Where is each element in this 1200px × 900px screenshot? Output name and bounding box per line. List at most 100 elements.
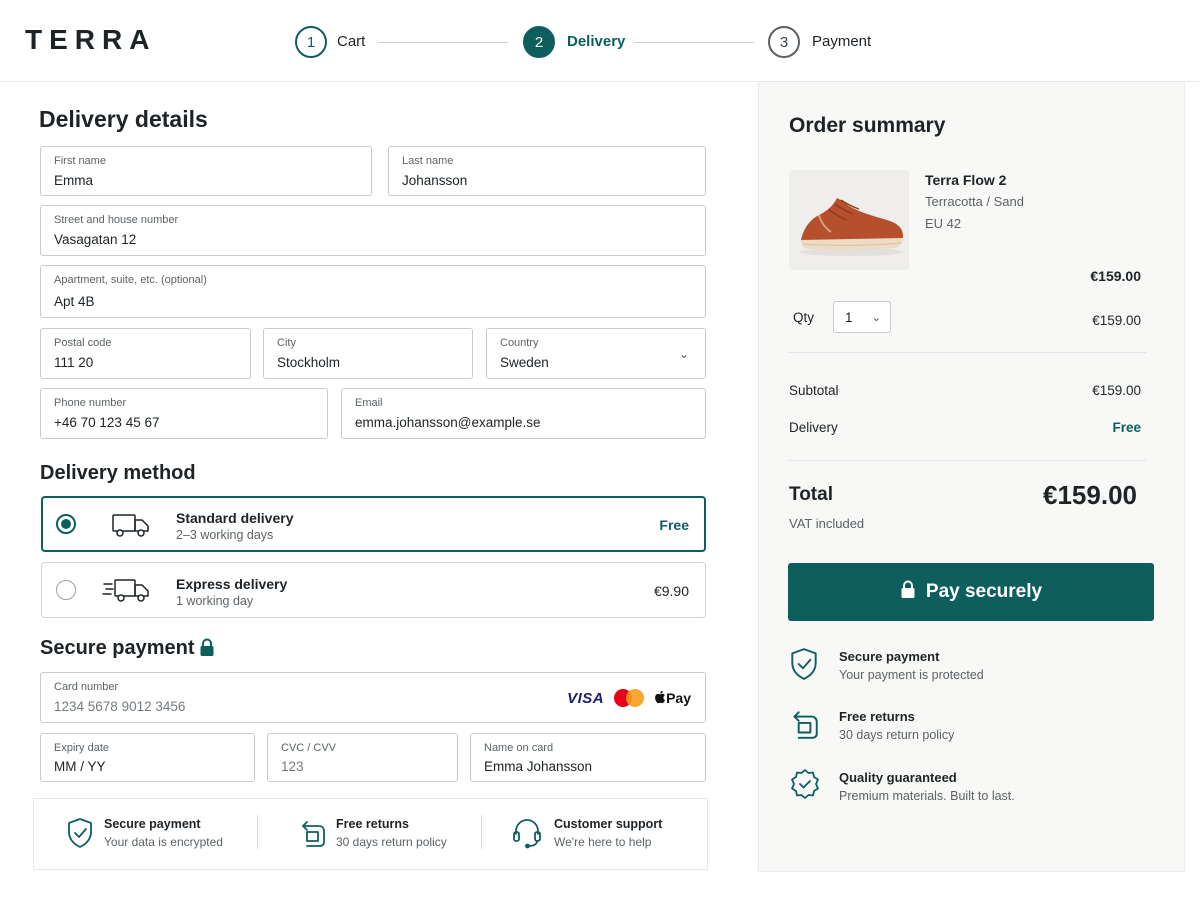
email-label: Email — [355, 397, 383, 409]
city-value[interactable]: Stockholm — [277, 355, 340, 370]
visa-logo: VISA — [567, 689, 605, 707]
assurance-title: Secure payment — [839, 649, 940, 664]
step-delivery-number[interactable]: 2 — [523, 26, 555, 58]
shield-check-icon — [789, 647, 819, 686]
name-on-card-field[interactable]: Name on card Emma Johansson — [470, 733, 706, 782]
country-select[interactable]: Country Sweden ⌄ — [486, 328, 706, 379]
street-label: Street and house number — [54, 214, 179, 226]
email-value[interactable]: emma.johansson@example.se — [355, 415, 541, 430]
divider — [481, 815, 482, 849]
postal-code-field[interactable]: Postal code 111 20 — [40, 328, 251, 379]
subtotal-value: €159.00 — [1092, 383, 1141, 398]
email-field[interactable]: Email emma.johansson@example.se — [341, 388, 706, 439]
city-field[interactable]: City Stockholm — [263, 328, 473, 379]
apartment-label: Apartment, suite, etc. (optional) — [54, 274, 207, 286]
first-name-label: First name — [54, 155, 106, 167]
qty-line-price: €159.00 — [1092, 313, 1141, 328]
divider — [257, 815, 258, 849]
chevron-down-icon[interactable]: ⌄ — [872, 311, 881, 324]
apartment-value[interactable]: Apt 4B — [54, 294, 95, 309]
shoe-icon — [799, 198, 903, 256]
apartment-field[interactable]: Apartment, suite, etc. (optional) Apt 4B — [40, 265, 706, 318]
assurance-subtitle: Your payment is protected — [839, 668, 984, 682]
phone-value[interactable]: +46 70 123 45 67 — [54, 415, 159, 430]
standard-delivery-subtitle: 2–3 working days — [176, 528, 274, 542]
assurance-subtitle: Premium materials. Built to last. — [839, 789, 1015, 803]
apple-pay-logo: Pay — [654, 690, 691, 706]
chevron-down-icon[interactable]: ⌄ — [679, 347, 689, 361]
standard-delivery-radio[interactable] — [56, 514, 76, 534]
card-number-placeholder[interactable]: 1234 5678 9012 3456 — [54, 699, 185, 714]
pay-securely-button[interactable]: Pay securely — [788, 563, 1154, 621]
fast-truck-icon — [102, 575, 152, 610]
product-name[interactable]: Terra Flow 2 — [925, 172, 1006, 188]
name-on-card-value[interactable]: Emma Johansson — [484, 759, 592, 774]
first-name-field[interactable]: First name Emma — [40, 146, 372, 196]
assurance-subtitle: 30 days return policy — [839, 728, 955, 742]
headset-icon — [512, 817, 542, 854]
street-field[interactable]: Street and house number Vasagatan 12 — [40, 205, 706, 256]
apple-icon — [655, 690, 665, 704]
step-cart-label[interactable]: Cart — [337, 33, 365, 50]
cvc-label: CVC / CVV — [281, 742, 337, 754]
express-delivery-subtitle: 1 working day — [176, 594, 254, 608]
quality-badge-icon — [789, 768, 821, 805]
card-number-field[interactable]: Card number 1234 5678 9012 3456 VISA Pay — [40, 672, 706, 723]
cvc-placeholder[interactable]: 123 — [281, 759, 304, 774]
product-variant: Terracotta / Sand — [925, 194, 1024, 209]
cvc-field[interactable]: CVC / CVV 123 — [267, 733, 458, 782]
mastercard-logo — [614, 689, 645, 707]
step-payment-number: 3 — [768, 26, 800, 58]
expiry-date-field[interactable]: Expiry date MM / YY — [40, 733, 255, 782]
divider — [789, 460, 1146, 461]
express-delivery-price: €9.90 — [653, 583, 689, 599]
qty-value[interactable]: 1 — [845, 310, 853, 325]
brand-logo[interactable]: TERRA — [25, 24, 156, 56]
divider — [789, 352, 1146, 353]
street-value[interactable]: Vasagatan 12 — [54, 232, 136, 247]
trust-title: Free returns — [336, 817, 409, 831]
step-cart-number[interactable]: 1 — [295, 26, 327, 58]
trust-subtitle: Your data is encrypted — [104, 835, 223, 849]
country-value[interactable]: Sweden — [500, 355, 549, 370]
last-name-label: Last name — [402, 155, 454, 167]
qty-label: Qty — [793, 310, 815, 325]
phone-field[interactable]: Phone number +46 70 123 45 67 — [40, 388, 328, 439]
card-number-label: Card number — [54, 681, 119, 693]
total-label: Total — [789, 484, 833, 505]
return-box-icon — [789, 707, 819, 746]
delivery-label: Delivery — [789, 420, 838, 435]
postal-code-value[interactable]: 111 20 — [54, 355, 93, 370]
subtotal-label: Subtotal — [789, 383, 839, 398]
delivery-value: Free — [1112, 420, 1141, 435]
qty-select[interactable]: 1 ⌄ — [833, 301, 891, 333]
trust-title: Secure payment — [104, 817, 201, 831]
first-name-value[interactable]: Emma — [54, 173, 93, 188]
trust-subtitle: We're here to help — [554, 835, 652, 849]
product-image — [789, 170, 909, 270]
express-delivery-radio[interactable] — [56, 580, 76, 600]
step-delivery-label[interactable]: Delivery — [567, 33, 625, 50]
city-label: City — [277, 337, 296, 349]
trust-bar: Secure payment Your data is encrypted Fr… — [33, 798, 708, 870]
order-summary-heading: Order summary — [789, 114, 946, 137]
order-summary-panel: Order summary Terra Flow 2 Terracotta / … — [758, 82, 1185, 872]
step-payment-label: Payment — [812, 33, 872, 50]
pay-button-label[interactable]: Pay securely — [926, 581, 1042, 603]
total-value: €159.00 — [1043, 480, 1137, 510]
standard-delivery-option[interactable]: Standard delivery 2–3 working days Free — [41, 496, 706, 552]
expiry-date-label: Expiry date — [54, 742, 110, 754]
standard-delivery-price: Free — [659, 517, 689, 533]
secure-payment-heading: Secure payment — [40, 637, 195, 659]
last-name-value[interactable]: Johansson — [402, 173, 467, 188]
vat-note: VAT included — [789, 516, 865, 531]
checkout-header: TERRA 1 Cart 2 Delivery 3 Payment — [0, 0, 1200, 82]
postal-code-label: Postal code — [54, 337, 112, 349]
step-connector — [634, 42, 754, 43]
express-delivery-option[interactable]: Express delivery 1 working day €9.90 — [41, 562, 706, 618]
assurance-title: Quality guaranteed — [839, 770, 957, 785]
expiry-date-placeholder[interactable]: MM / YY — [54, 759, 106, 774]
return-box-icon — [298, 817, 326, 854]
last-name-field[interactable]: Last name Johansson — [388, 146, 706, 196]
trust-title: Customer support — [554, 817, 663, 831]
